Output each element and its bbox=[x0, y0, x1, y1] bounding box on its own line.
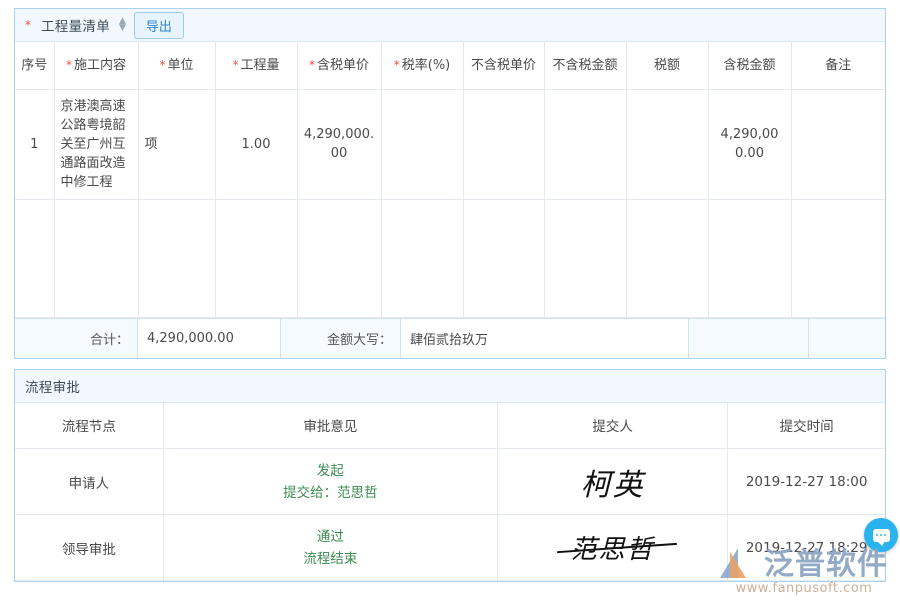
flow-row-applicant: 申请人 发起 提交给：范思哲 柯英 2019-12-27 18:00 bbox=[15, 449, 885, 515]
cell-tax-amount bbox=[626, 89, 708, 199]
required-asterisk-icon: * bbox=[309, 58, 315, 72]
required-asterisk-icon: * bbox=[66, 58, 72, 72]
required-asterisk-icon: * bbox=[394, 58, 400, 72]
empty-cell bbox=[15, 199, 54, 317]
flow-node-name: 申请人 bbox=[15, 449, 163, 515]
table-row[interactable]: 1 京港澳高速公路粤境韶关至广州互通路面改造中修工程 项 1.00 4,290,… bbox=[15, 89, 885, 199]
flow-node-name: 领导审批 bbox=[15, 515, 163, 581]
total-label: 合计： bbox=[15, 319, 138, 358]
total-value-field[interactable]: 4,290,000.00 bbox=[138, 319, 281, 358]
column-header-content: *施工内容 bbox=[54, 42, 138, 89]
empty-cell bbox=[215, 199, 297, 317]
flow-submit-time: 2019-12-27 18:00 bbox=[728, 449, 885, 515]
cell-remark[interactable] bbox=[791, 89, 885, 199]
capital-amount-field[interactable]: 肆佰贰拾玖万 bbox=[401, 319, 689, 358]
page-root: * 工程量清单 ▲▼ 导出 序号 *施工内容 *单位 *工程量 *含税单价 *税… bbox=[0, 0, 900, 600]
summary-spacer-1 bbox=[689, 319, 809, 358]
empty-cell bbox=[381, 199, 463, 317]
column-header-flow-node: 流程节点 bbox=[15, 403, 163, 449]
cell-amount-with-tax: 4,290,000.00 bbox=[708, 89, 791, 199]
summary-spacer-2 bbox=[809, 319, 885, 358]
boq-table: 序号 *施工内容 *单位 *工程量 *含税单价 *税率(%) 不含税单价 不含税… bbox=[15, 42, 885, 318]
column-header-amount-with-tax: 含税金额 bbox=[708, 42, 791, 89]
cell-content[interactable]: 京港澳高速公路粤境韶关至广州互通路面改造中修工程 bbox=[54, 89, 138, 199]
flow-submitter-signature: 范思哲 bbox=[498, 515, 728, 581]
cell-index: 1 bbox=[15, 89, 54, 199]
cell-tax-rate[interactable] bbox=[381, 89, 463, 199]
capital-amount-label: 金额大写： bbox=[281, 319, 401, 358]
empty-cell bbox=[791, 199, 885, 317]
export-button[interactable]: 导出 bbox=[134, 12, 184, 39]
cell-amount-without-tax bbox=[544, 89, 626, 199]
chat-bubble-icon[interactable] bbox=[864, 518, 898, 552]
boq-panel: * 工程量清单 ▲▼ 导出 序号 *施工内容 *单位 *工程量 *含税单价 *税… bbox=[14, 8, 886, 359]
watermark-url: www.fanpusoft.com bbox=[720, 581, 888, 596]
column-header-remark: 备注 bbox=[791, 42, 885, 89]
cell-price-without-tax bbox=[463, 89, 544, 199]
chat-bubble-glyph bbox=[873, 529, 890, 542]
column-header-submitter: 提交人 bbox=[498, 403, 728, 449]
flow-row-leader-approval: 领导审批 通过 流程结束 范思哲 2019-12-27 18:29 bbox=[15, 515, 885, 581]
empty-cell bbox=[297, 199, 381, 317]
column-header-tax-rate: *税率(%) bbox=[381, 42, 463, 89]
flow-opinion-line-2: 提交给：范思哲 bbox=[172, 482, 489, 504]
required-asterisk-icon: * bbox=[232, 58, 238, 72]
empty-cell bbox=[54, 199, 138, 317]
column-header-unit: *单位 bbox=[138, 42, 215, 89]
flow-submit-time: 2019-12-27 18:29 bbox=[728, 515, 885, 581]
flow-opinion-line-2: 流程结束 bbox=[172, 548, 489, 570]
cell-unit[interactable]: 项 bbox=[138, 89, 215, 199]
flow-panel-title: 流程审批 bbox=[25, 376, 80, 396]
table-empty-area bbox=[15, 199, 885, 317]
empty-cell bbox=[138, 199, 215, 317]
column-header-index: 序号 bbox=[15, 42, 54, 89]
column-header-amount-without-tax: 不含税金额 bbox=[544, 42, 626, 89]
flow-table: 流程节点 审批意见 提交人 提交时间 申请人 发起 提交给：范思哲 柯英 2 bbox=[15, 403, 885, 582]
empty-cell bbox=[626, 199, 708, 317]
flow-opinion: 发起 提交给：范思哲 bbox=[163, 449, 497, 515]
cell-price-with-tax[interactable]: 4,290,000.00 bbox=[297, 89, 381, 199]
signature-image: 柯英 bbox=[581, 468, 645, 503]
empty-cell bbox=[708, 199, 791, 317]
sort-toggle-icon[interactable]: ▲▼ bbox=[119, 18, 126, 32]
empty-cell bbox=[544, 199, 626, 317]
column-header-opinion: 审批意见 bbox=[163, 403, 497, 449]
signature-image: 范思哲 bbox=[571, 529, 655, 566]
required-asterisk-icon: * bbox=[25, 18, 31, 32]
boq-panel-header: * 工程量清单 ▲▼ 导出 bbox=[15, 9, 885, 42]
flow-submitter-signature: 柯英 bbox=[498, 449, 728, 515]
boq-summary-bar: 合计： 4,290,000.00 金额大写： 肆佰贰拾玖万 bbox=[15, 318, 885, 358]
flow-opinion-line-1: 发起 bbox=[172, 460, 489, 482]
flow-opinion: 通过 流程结束 bbox=[163, 515, 497, 581]
flow-table-header-row: 流程节点 审批意见 提交人 提交时间 bbox=[15, 403, 885, 449]
flow-panel: 流程审批 流程节点 审批意见 提交人 提交时间 申请人 发起 提交 bbox=[14, 369, 886, 583]
flow-panel-header: 流程审批 bbox=[15, 370, 885, 403]
column-header-submit-time: 提交时间 bbox=[728, 403, 885, 449]
required-asterisk-icon: * bbox=[159, 58, 165, 72]
boq-table-header-row: 序号 *施工内容 *单位 *工程量 *含税单价 *税率(%) 不含税单价 不含税… bbox=[15, 42, 885, 89]
cell-quantity[interactable]: 1.00 bbox=[215, 89, 297, 199]
column-header-price-without-tax: 不含税单价 bbox=[463, 42, 544, 89]
column-header-price-with-tax: *含税单价 bbox=[297, 42, 381, 89]
column-header-quantity: *工程量 bbox=[215, 42, 297, 89]
empty-cell bbox=[463, 199, 544, 317]
flow-opinion-line-1: 通过 bbox=[172, 526, 489, 548]
boq-panel-title: 工程量清单 bbox=[41, 15, 110, 35]
column-header-tax-amount: 税额 bbox=[626, 42, 708, 89]
